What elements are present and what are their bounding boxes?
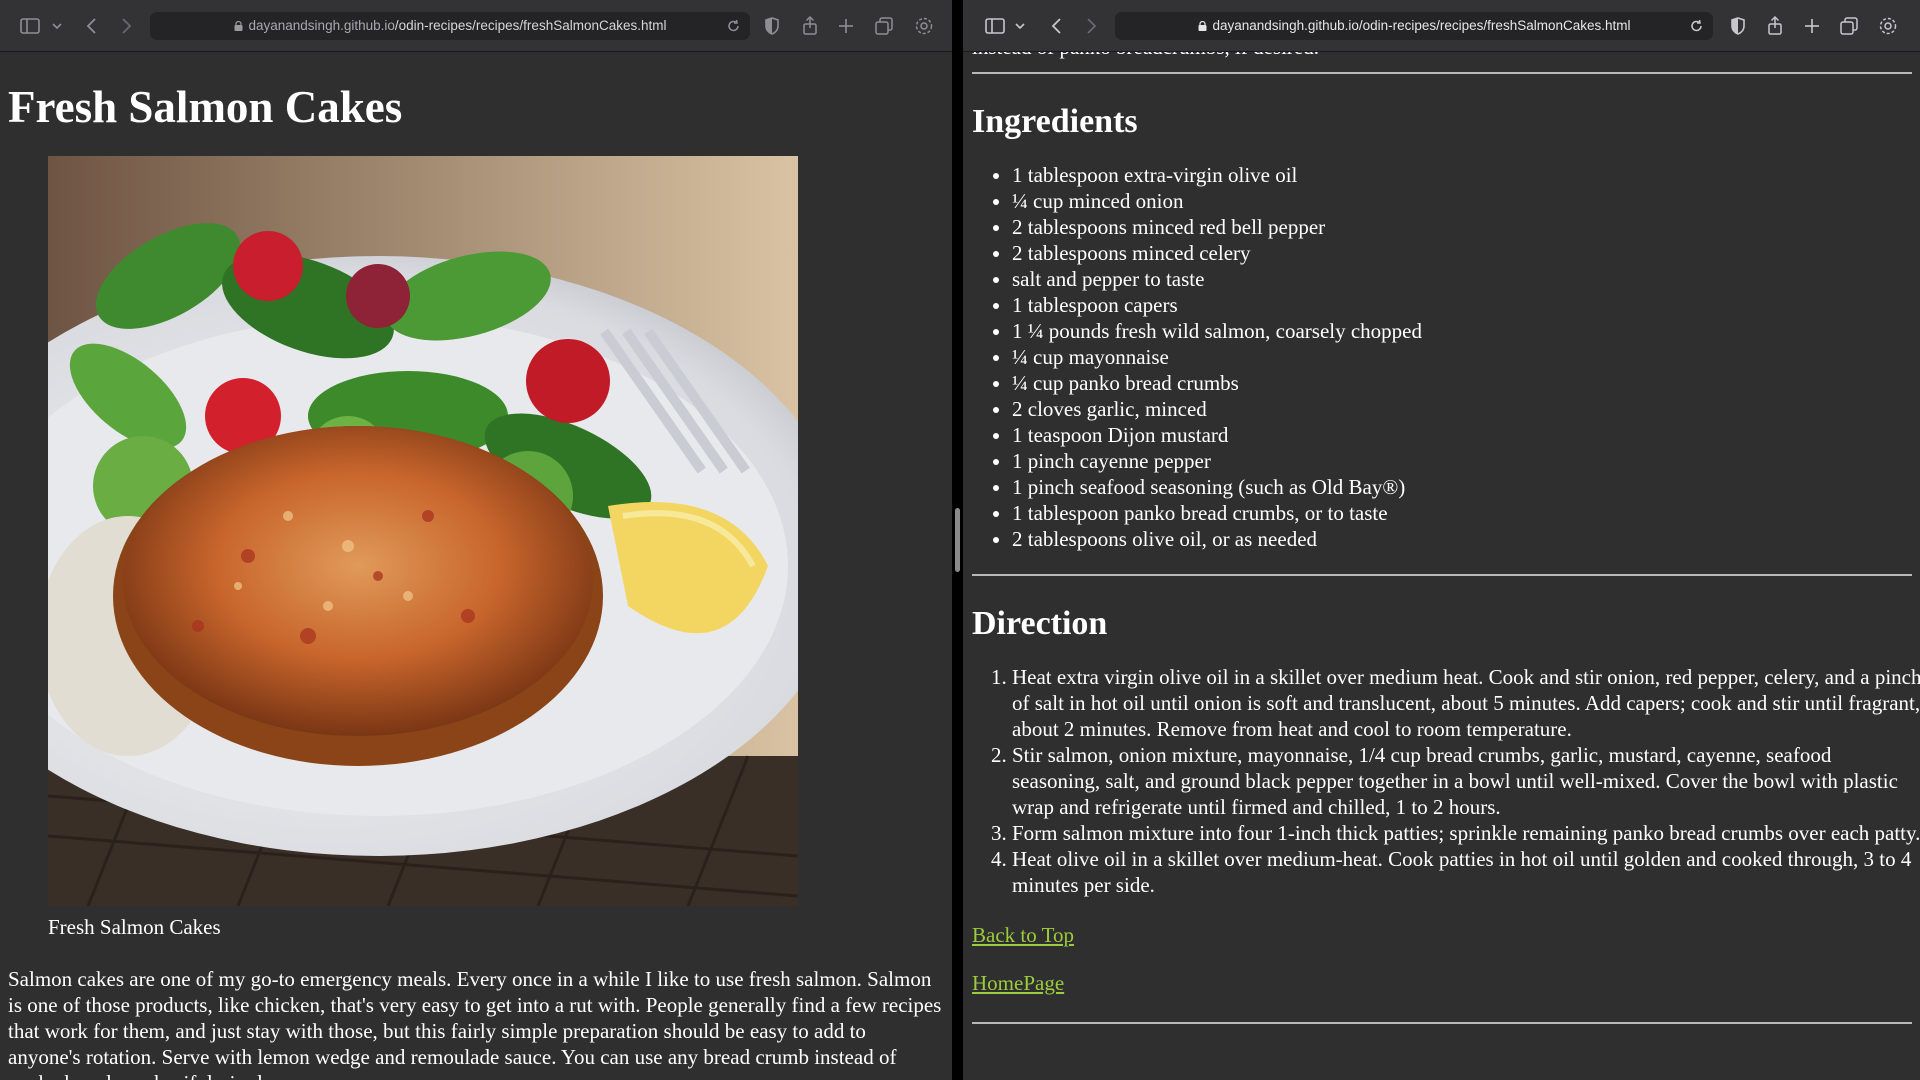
- shield-icon[interactable]: [1726, 14, 1750, 38]
- url-path: /odin-recipes/recipes/freshSalmonCakes.h…: [1358, 18, 1631, 33]
- list-item: ¼ cup minced onion: [1012, 188, 1912, 214]
- url-domain: dayanandsingh.github.io: [1212, 18, 1359, 33]
- list-item: 1 pinch seafood seasoning (such as Old B…: [1012, 474, 1912, 500]
- list-item: 2 tablespoons olive oil, or as needed: [1012, 526, 1912, 552]
- lock-icon: [234, 21, 242, 31]
- share-icon[interactable]: [1763, 14, 1787, 38]
- new-tab-icon[interactable]: [1800, 14, 1824, 38]
- ingredients-heading: Ingredients: [972, 103, 1138, 140]
- list-item: 2 tablespoons minced red bell pepper: [1012, 214, 1912, 240]
- list-item: Stir salmon, onion mixture, mayonnaise, …: [1012, 742, 1920, 820]
- list-item: 1 teaspoon Dijon mustard: [1012, 422, 1912, 448]
- direction-heading: Direction: [972, 605, 1108, 642]
- list-item: 1 pinch cayenne pepper: [1012, 448, 1912, 474]
- list-item: Heat extra virgin olive oil in a skillet…: [1012, 664, 1920, 742]
- divider-line: [972, 574, 1912, 576]
- right-browser-window: dayanandsingh.github.io/odin-recipes/rec…: [963, 0, 1920, 1080]
- lock-icon: [1198, 21, 1206, 31]
- forward-icon[interactable]: [1079, 14, 1103, 38]
- page-title: Fresh Salmon Cakes: [8, 82, 403, 132]
- back-icon[interactable]: [1045, 14, 1069, 38]
- address-bar[interactable]: dayanandsingh.github.io/odin-recipes/rec…: [1115, 12, 1713, 40]
- intro-paragraph: Salmon cakes are one of my go-to emergen…: [8, 967, 942, 1080]
- forward-icon[interactable]: [114, 14, 138, 38]
- directions-list: Heat extra virgin olive oil in a skillet…: [972, 664, 1920, 898]
- intro-paragraph-tail: instead of panko breadcrumbs, if desired…: [972, 52, 1912, 60]
- reload-icon[interactable]: [1689, 12, 1705, 40]
- right-page-content: instead of panko breadcrumbs, if desired…: [963, 52, 1920, 1080]
- url-path: /odin-recipes/recipes/freshSalmonCakes.h…: [394, 18, 667, 33]
- right-toolbar: dayanandsingh.github.io/odin-recipes/rec…: [963, 0, 1920, 52]
- shield-icon[interactable]: [760, 14, 784, 38]
- url-domain: dayanandsingh.github.io: [248, 18, 395, 33]
- back-to-top-link[interactable]: Back to Top: [972, 922, 1912, 948]
- ingredients-list: 1 tablespoon extra-virgin olive oil ¼ cu…: [972, 162, 1912, 552]
- salmon-cake-photo: [48, 156, 798, 906]
- image-caption: Fresh Salmon Cakes: [48, 915, 221, 939]
- homepage-link[interactable]: HomePage: [972, 970, 1912, 996]
- list-item: Heat olive oil in a skillet over medium-…: [1012, 846, 1920, 898]
- sidebar-icon[interactable]: [983, 14, 1007, 38]
- address-bar[interactable]: dayanandsingh.github.io/odin-recipes/rec…: [150, 12, 750, 40]
- list-item: 2 tablespoons minced celery: [1012, 240, 1912, 266]
- split-divider-handle[interactable]: [955, 508, 960, 572]
- reload-icon[interactable]: [726, 12, 742, 40]
- list-item: 1 ¼ pounds fresh wild salmon, coarsely c…: [1012, 318, 1912, 344]
- settings-icon[interactable]: [1876, 14, 1900, 38]
- list-item: 1 tablespoon panko bread crumbs, or to t…: [1012, 500, 1912, 526]
- left-browser-window: dayanandsingh.github.io/odin-recipes/rec…: [0, 0, 952, 1080]
- new-tab-icon[interactable]: [834, 14, 858, 38]
- share-icon[interactable]: [798, 14, 822, 38]
- left-page-content: Fresh Salmon Cakes Fresh Salmon Cakes Sa…: [0, 52, 952, 1080]
- left-toolbar: dayanandsingh.github.io/odin-recipes/rec…: [0, 0, 952, 52]
- back-icon[interactable]: [80, 14, 104, 38]
- list-item: 2 cloves garlic, minced: [1012, 396, 1912, 422]
- list-item: Form salmon mixture into four 1-inch thi…: [1012, 820, 1920, 846]
- tabs-overview-icon[interactable]: [1837, 14, 1861, 38]
- recipe-figure: Fresh Salmon Cakes: [48, 156, 944, 942]
- tabs-overview-icon[interactable]: [872, 14, 896, 38]
- divider-line: [972, 72, 1912, 74]
- list-item: ¼ cup mayonnaise: [1012, 344, 1912, 370]
- list-item: ¼ cup panko bread crumbs: [1012, 370, 1912, 396]
- split-screen: dayanandsingh.github.io/odin-recipes/rec…: [0, 0, 1920, 1080]
- list-item: 1 tablespoon capers: [1012, 292, 1912, 318]
- chevron-down-icon[interactable]: [46, 14, 62, 38]
- settings-icon[interactable]: [912, 14, 936, 38]
- list-item: 1 tablespoon extra-virgin olive oil: [1012, 162, 1912, 188]
- list-item: salt and pepper to taste: [1012, 266, 1912, 292]
- divider-line: [972, 1022, 1912, 1024]
- chevron-down-icon[interactable]: [1009, 14, 1025, 38]
- sidebar-icon[interactable]: [18, 14, 42, 38]
